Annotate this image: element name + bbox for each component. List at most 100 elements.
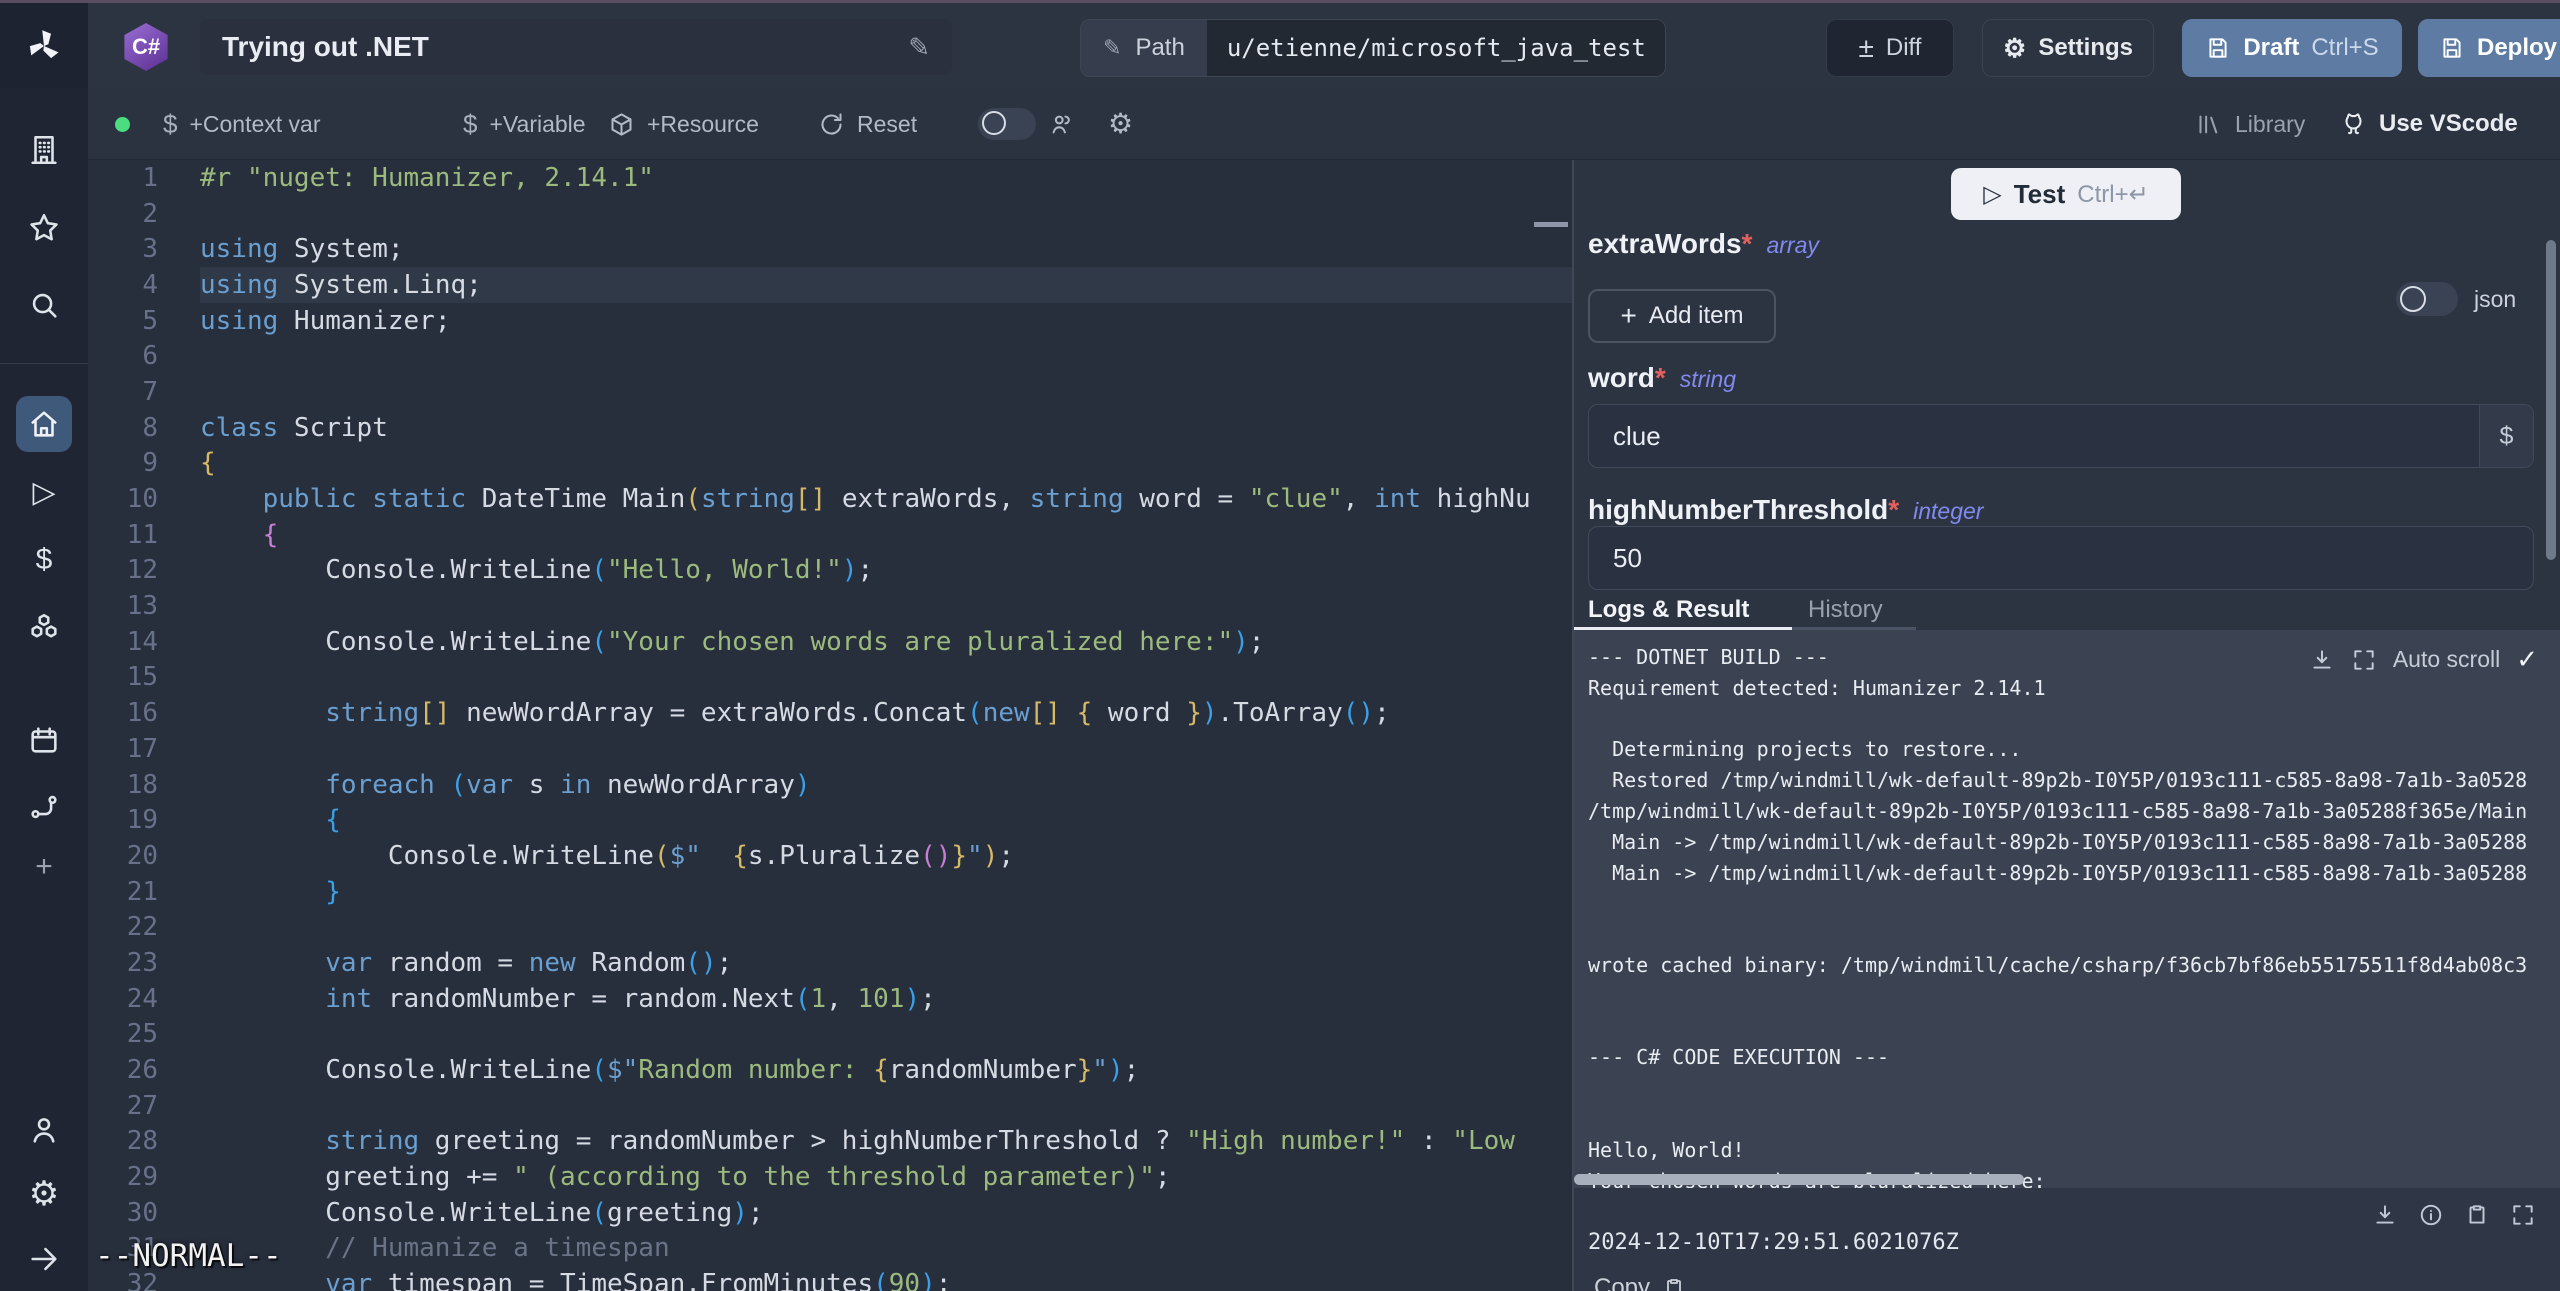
deploy-button[interactable]: Deploy [2418, 19, 2560, 77]
sidebar-item-search[interactable] [0, 277, 88, 333]
sidebar-divider [0, 363, 88, 364]
library-label: Library [2235, 111, 2305, 138]
code-text: int randomNumber = random.Next(1, 101); [200, 984, 1530, 1014]
csharp-language-icon: C# [122, 23, 170, 71]
play-icon: ▷ [32, 478, 55, 508]
test-button[interactable]: ▷ Test Ctrl+↵ [1951, 168, 2181, 220]
windmill-logo[interactable] [0, 3, 88, 88]
code-text: Console.WriteLine("Hello, World!"); [200, 555, 1530, 585]
copy-label: Copy [1594, 1274, 1650, 1291]
panel-scrollbar[interactable] [2546, 240, 2556, 560]
sidebar-item-variables[interactable]: $ [0, 532, 88, 588]
sidebar-item-workspace[interactable] [0, 122, 88, 178]
variable-picker-button[interactable]: $ [2479, 405, 2533, 467]
line-number: 19 [88, 805, 200, 835]
reset-button[interactable]: Reset [818, 88, 917, 160]
path-field[interactable]: ✎ Path u/etienne/microsoft_java_test [1080, 19, 1666, 77]
settings-button[interactable]: ⚙ Settings [1982, 19, 2154, 77]
sidebar-item-flows[interactable] [0, 779, 88, 835]
sidebar-item-home[interactable] [16, 396, 72, 452]
sidebar-item-favorites[interactable] [0, 200, 88, 256]
required-asterisk: * [1888, 494, 1899, 525]
code-text: } [200, 877, 1530, 907]
threshold-input[interactable] [1589, 527, 2533, 589]
sidebar-item-resources[interactable] [0, 600, 88, 656]
logs-horizontal-scrollbar[interactable] [1574, 1174, 2024, 1185]
script-title-field[interactable]: Trying out .NET ✎ [200, 19, 952, 75]
add-variable-button[interactable]: $ +Variable [463, 88, 586, 160]
code-text: class Script [200, 413, 1530, 443]
sidebar-item-runs[interactable]: ▷ [0, 465, 88, 521]
code-line: 21 } [88, 874, 1572, 910]
line-number: 5 [88, 306, 200, 336]
vim-mode-indicator: --NORMAL-- [95, 1238, 282, 1274]
add-item-button[interactable]: + Add item [1588, 289, 1776, 343]
code-text: { [200, 448, 1530, 478]
line-number: 14 [88, 627, 200, 657]
sidebar-item-schedules[interactable] [0, 712, 88, 768]
clipboard-icon[interactable] [2464, 1202, 2490, 1228]
code-line: 9{ [88, 446, 1572, 482]
code-line: 7 [88, 374, 1572, 410]
diff-button[interactable]: ± Diff [1826, 19, 1954, 77]
user-icon [27, 1113, 61, 1147]
code-text: Console.WriteLine(greeting); [200, 1198, 1530, 1228]
assistant-toggle[interactable] [978, 88, 1075, 160]
tab-logs-result[interactable]: Logs & Result [1588, 596, 1749, 624]
add-context-var-button[interactable]: $ +Context var [163, 88, 321, 160]
editor-settings-button[interactable]: ⚙ [1108, 88, 1133, 160]
code-lines: 1#r "nuget: Humanizer, 2.14.1"23using Sy… [88, 160, 1572, 1291]
logs-pane[interactable]: --- DOTNET BUILD ---Requirement detected… [1574, 630, 2560, 1188]
download-icon[interactable] [2309, 647, 2335, 673]
line-number: 23 [88, 948, 200, 978]
draft-button[interactable]: Draft Ctrl+S [2182, 19, 2402, 77]
code-editor[interactable]: 1#r "nuget: Humanizer, 2.14.1"23using Sy… [88, 160, 1572, 1291]
copy-result-button[interactable]: Copy [1594, 1274, 1686, 1291]
add-variable-label: +Variable [489, 111, 585, 138]
code-line: 23 var random = new Random(); [88, 945, 1572, 981]
download-icon[interactable] [2372, 1202, 2398, 1228]
deploy-label: Deploy [2477, 34, 2557, 62]
word-input[interactable] [1589, 405, 2479, 467]
library-button[interactable]: Library [2196, 88, 2305, 160]
expand-icon[interactable] [2510, 1202, 2536, 1228]
edit-title-pencil-icon[interactable]: ✎ [908, 32, 930, 63]
result-pane: 2024-12-10T17:29:51.6021076Z Copy [1574, 1188, 2560, 1291]
expand-icon[interactable] [2351, 647, 2377, 673]
toggle-switch[interactable] [978, 108, 1036, 140]
sidebar-collapse[interactable] [0, 1231, 88, 1287]
toggle-knob [2400, 286, 2426, 312]
route-icon [27, 790, 61, 824]
code-text: // Humanize a timespan [200, 1233, 1530, 1263]
code-line: 15 [88, 660, 1572, 696]
sidebar-item-settings[interactable]: ⚙ [0, 1166, 88, 1222]
code-line: 1#r "nuget: Humanizer, 2.14.1" [88, 160, 1572, 196]
code-line: 19 { [88, 802, 1572, 838]
required-asterisk: * [1655, 362, 1666, 393]
star-icon [27, 211, 61, 245]
people-icon [1048, 111, 1075, 138]
info-icon[interactable] [2418, 1202, 2444, 1228]
test-label: Test [2014, 179, 2066, 210]
check-icon[interactable]: ✓ [2516, 644, 2538, 675]
home-icon [27, 407, 61, 441]
path-value: u/etienne/microsoft_java_test [1227, 34, 1646, 62]
arg-extrawords-label: extraWords* array [1588, 228, 1819, 260]
path-label: Path [1135, 34, 1184, 62]
add-resource-button[interactable]: +Resource [608, 88, 759, 160]
sidebar-item-user[interactable] [0, 1102, 88, 1158]
code-text: { [200, 805, 1530, 835]
refresh-icon [818, 111, 845, 138]
line-number: 6 [88, 341, 200, 371]
line-number: 16 [88, 698, 200, 728]
dollar-icon: $ [36, 545, 53, 575]
code-line: 17 [88, 731, 1572, 767]
tab-history[interactable]: History [1808, 596, 1883, 624]
gear-icon: ⚙ [2003, 35, 2026, 61]
sidebar-item-add[interactable]: + [0, 839, 88, 895]
app-window: C# Trying out .NET ✎ ✎ Path u/etienne/mi… [0, 0, 2560, 1291]
code-text: using Humanizer; [200, 306, 1530, 336]
json-toggle[interactable]: json [2396, 282, 2516, 316]
use-vscode-button[interactable]: Use VScode [2340, 88, 2518, 160]
toggle-switch[interactable] [2396, 282, 2458, 316]
